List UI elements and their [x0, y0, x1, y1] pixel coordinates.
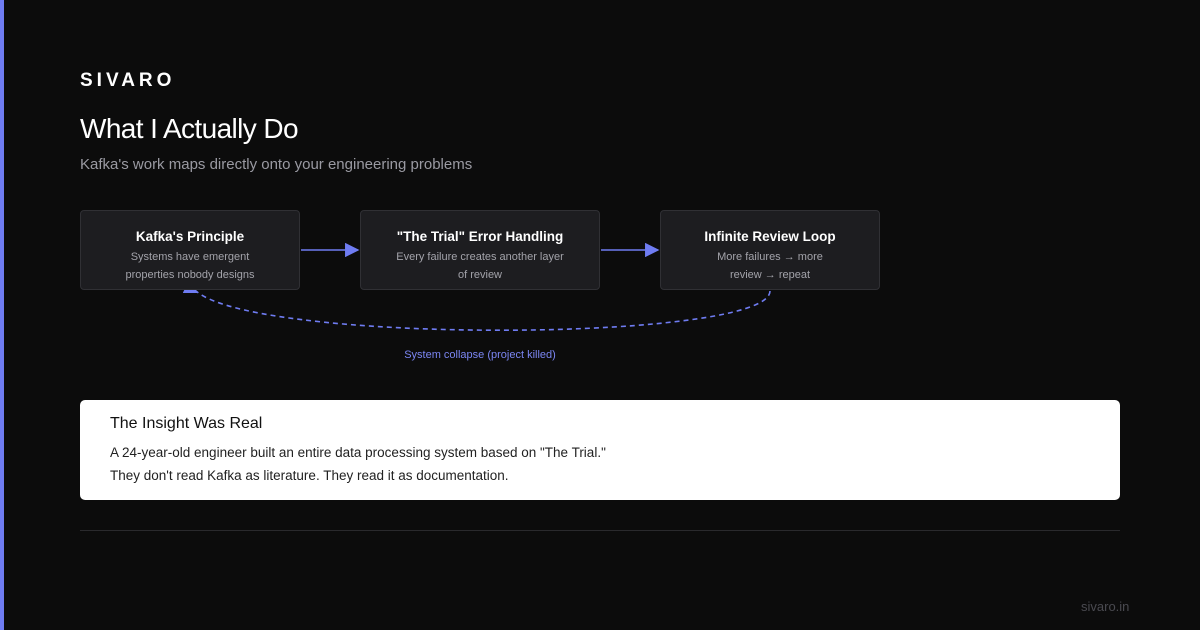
flow-diagram-connectors	[182, 242, 771, 332]
node-title: Infinite Review Loop	[704, 229, 836, 244]
footer-url[interactable]: sivaro.in	[1081, 599, 1129, 614]
feedback-loop-label: System collapse (project killed)	[404, 349, 556, 361]
node-trial-error-handling: "The Trial" Error Handling Every failure…	[360, 210, 600, 290]
insight-line: A 24-year-old engineer built an entire d…	[110, 445, 606, 460]
node-description: Systems have emergent properties nobody …	[125, 251, 255, 281]
slide: SIVARO What I Actually Do Kafka's work m…	[0, 0, 1200, 630]
insight-title: The Insight Was Real	[110, 415, 263, 432]
node-title: "The Trial" Error Handling	[396, 229, 564, 244]
divider	[80, 530, 1120, 531]
node-title: Kafka's Principle	[135, 229, 245, 244]
node-description: Every failure creates another layer of r…	[396, 251, 564, 281]
insight-card: The Insight Was Real A 24-year-old engin…	[80, 400, 1120, 500]
node-infinite-review-loop: Infinite Review Loop More failures → mor…	[660, 210, 880, 290]
node-kafkas-principle: Kafka's Principle Systems have emergent …	[80, 210, 300, 290]
insight-line: They don't read Kafka as literature. The…	[110, 468, 509, 483]
node-description: More failures → more review → repeat	[717, 251, 823, 281]
